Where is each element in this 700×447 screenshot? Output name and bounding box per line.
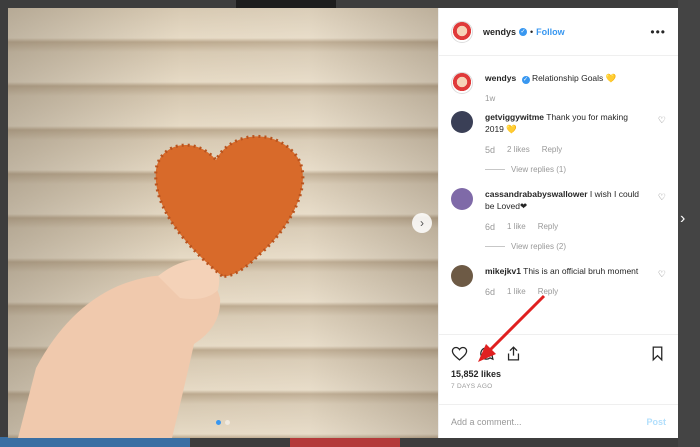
background-strip — [236, 0, 336, 8]
comment-item: getviggywitme Thank you for making 2019 … — [451, 111, 666, 155]
action-icons — [451, 343, 666, 363]
photo-artwork — [18, 134, 305, 438]
verified-badge-icon: ✓ — [521, 76, 530, 84]
view-replies-link[interactable]: View replies (1) — [451, 165, 666, 174]
comment-likes[interactable]: 2 likes — [507, 145, 530, 155]
replies-line — [485, 246, 505, 247]
caption-time: 1w — [485, 94, 496, 103]
carousel-dot-active — [216, 420, 221, 425]
follow-button[interactable]: Follow — [536, 27, 565, 37]
reply-button[interactable]: Reply — [538, 287, 558, 297]
carousel-dots — [216, 420, 230, 425]
nugget-shape — [155, 136, 303, 277]
comment-item: mikejkv1 This is an official bruh moment… — [451, 265, 666, 297]
post-comment-button[interactable]: Post — [646, 417, 666, 427]
comment-bubble-icon[interactable] — [478, 345, 495, 362]
caption-username[interactable]: wendys — [485, 73, 516, 83]
comment-time[interactable]: 5d — [485, 145, 495, 155]
comment-body: This is an official bruh moment — [523, 266, 639, 276]
comment-text: cassandrababyswallower I wish I could be… — [485, 188, 648, 212]
author-username[interactable]: wendys — [483, 27, 516, 37]
comments-list[interactable]: wendys ✓ Relationship Goals 💛 1w getvigg… — [439, 56, 678, 334]
commenter-avatar[interactable] — [451, 265, 473, 287]
separator-dot: • — [530, 26, 534, 37]
comment-likes[interactable]: 1 like — [507, 222, 526, 232]
post-side-panel: wendys ✓ • Follow ••• wendys ✓ Relations… — [438, 8, 678, 438]
commenter-avatar[interactable] — [451, 111, 473, 133]
background-thumbnail — [0, 437, 190, 447]
comment-input[interactable] — [451, 416, 647, 427]
post-photo[interactable]: › — [8, 8, 438, 438]
chevron-right-icon: › — [680, 210, 686, 227]
post-time[interactable]: 7 DAYS AGO — [451, 383, 666, 390]
view-replies-label: View replies (2) — [511, 242, 566, 251]
comment-item: cassandrababyswallower I wish I could be… — [451, 188, 666, 232]
author-avatar[interactable] — [451, 20, 473, 43]
reply-button[interactable]: Reply — [538, 222, 558, 232]
verified-badge-icon: ✓ — [519, 27, 528, 36]
like-count[interactable]: 15,852 likes — [451, 369, 666, 379]
comment-time[interactable]: 6d — [485, 222, 495, 232]
reply-button[interactable]: Reply — [542, 145, 562, 155]
comment-username[interactable]: cassandrababyswallower — [485, 189, 588, 199]
heart-icon[interactable]: ♡ — [658, 192, 666, 203]
post-actions: 15,852 likes 7 DAYS AGO — [439, 334, 678, 396]
view-replies-label: View replies (1) — [511, 165, 566, 174]
caption: wendys ✓ Relationship Goals 💛 1w — [451, 72, 666, 103]
comment-meta: 6d 1 like Reply — [485, 222, 648, 232]
next-photo-button[interactable]: › — [412, 213, 432, 233]
hand-shape — [18, 275, 221, 438]
post-header: wendys ✓ • Follow ••• — [439, 8, 678, 56]
comment-likes[interactable]: 1 like — [507, 287, 526, 297]
comment-username[interactable]: getviggywitme — [485, 112, 544, 122]
comment-username[interactable]: mikejkv1 — [485, 266, 521, 276]
share-icon[interactable] — [505, 345, 522, 362]
comment-text: getviggywitme Thank you for making 2019 … — [485, 111, 648, 135]
bookmark-icon[interactable] — [649, 345, 666, 362]
heart-icon[interactable]: ♡ — [658, 115, 666, 126]
carousel-dot — [225, 420, 230, 425]
replies-line — [485, 169, 505, 170]
more-options-icon[interactable]: ••• — [650, 25, 666, 39]
background-thumbnail — [290, 437, 400, 447]
caption-text: wendys ✓ Relationship Goals 💛 — [485, 72, 648, 84]
view-replies-link[interactable]: View replies (2) — [451, 242, 666, 251]
like-heart-icon[interactable] — [451, 345, 468, 362]
next-post-button[interactable]: › — [680, 210, 696, 236]
commenter-avatar[interactable] — [451, 188, 473, 210]
heart-icon[interactable]: ♡ — [658, 269, 666, 280]
caption-body: Relationship Goals 💛 — [531, 73, 617, 83]
comment-text: mikejkv1 This is an official bruh moment — [485, 265, 648, 277]
post-modal: › wendys ✓ • Follow ••• wendys ✓ Relatio… — [8, 8, 678, 438]
add-comment-bar: Post — [439, 404, 678, 438]
comment-time[interactable]: 6d — [485, 287, 495, 297]
comment-meta: 6d 1 like Reply — [485, 287, 648, 297]
chevron-right-icon: › — [420, 216, 424, 230]
author-avatar[interactable] — [451, 72, 473, 94]
comment-meta: 5d 2 likes Reply — [485, 145, 648, 155]
